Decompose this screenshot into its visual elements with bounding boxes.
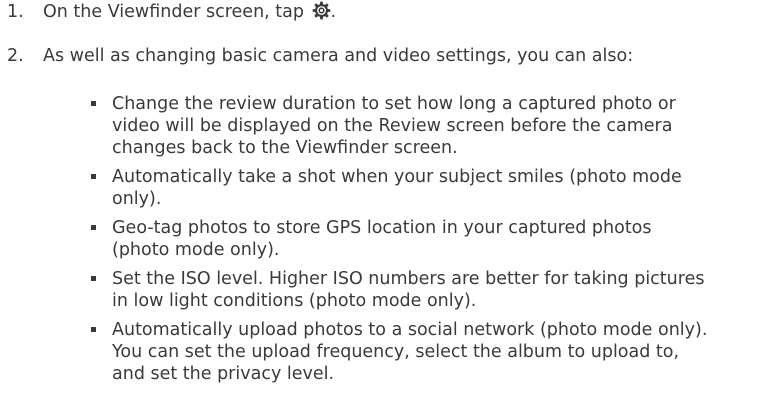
list-item: Set the ISO level. Higher ISO numbers ar… [0, 268, 712, 312]
bullet-text: Geo-tag photos to store GPS location in … [112, 218, 652, 260]
bullet-marker [91, 225, 96, 230]
bullet-marker [91, 101, 96, 106]
step-text: As well as changing basic camera and vid… [43, 46, 634, 66]
bullet-marker [91, 174, 96, 179]
list-item: Automatically take a shot when your subj… [0, 166, 712, 210]
step-text-before-icon: On the Viewfinder screen, tap [43, 2, 310, 22]
step-text: On the Viewfinder screen, tap . [43, 1, 336, 23]
settings-bullet-list: Change the review duration to set how lo… [0, 93, 764, 392]
list-item: Automatically upload photos to a social … [0, 319, 712, 385]
list-item: Change the review duration to set how lo… [0, 93, 712, 159]
step-text-after-icon: . [330, 2, 337, 22]
bullet-text: Set the ISO level. Higher ISO numbers ar… [112, 269, 705, 311]
step-number: 1. [7, 2, 24, 22]
camera-settings-instructions: 1. On the Viewfinder screen, tap . 2. As… [0, 0, 764, 407]
bullet-text: Change the review duration to set how lo… [112, 94, 676, 158]
bullet-marker [91, 327, 96, 332]
list-item: Geo-tag photos to store GPS location in … [0, 217, 712, 261]
step-number: 2. [7, 46, 24, 66]
bullet-text: Automatically upload photos to a social … [112, 320, 708, 384]
settings-gear-icon [312, 1, 330, 20]
bullet-marker [91, 276, 96, 281]
bullet-text: Automatically take a shot when your subj… [112, 167, 682, 209]
